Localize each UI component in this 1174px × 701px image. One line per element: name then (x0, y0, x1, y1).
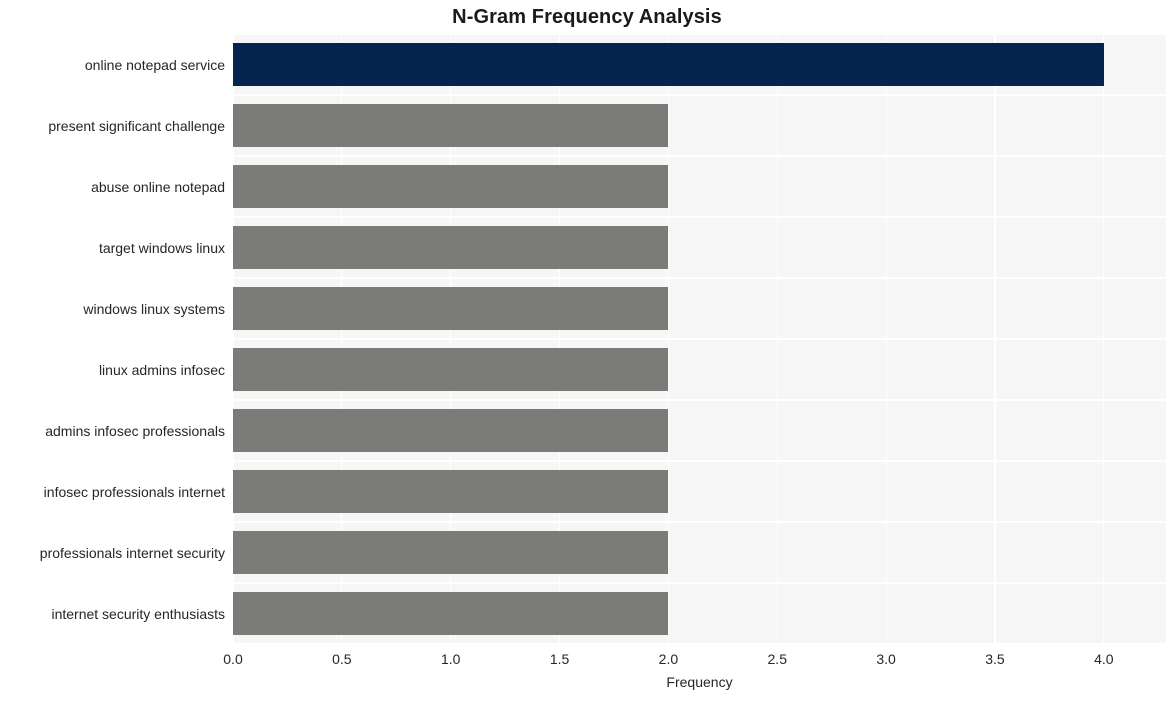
x-tick-label: 1.5 (549, 651, 570, 667)
gridline-horizontal (233, 399, 1166, 401)
chart-title: N-Gram Frequency Analysis (452, 6, 722, 28)
gridline-horizontal (233, 216, 1166, 218)
y-tick-label: infosec professionals internet (43, 483, 225, 500)
x-tick-label: 2.5 (767, 651, 787, 667)
bar[interactable] (233, 104, 669, 147)
y-tick-label: admins infosec professionals (45, 422, 225, 439)
y-tick-label: linux admins infosec (98, 361, 225, 378)
x-axis: 0.0 0.5 1.0 1.5 2.0 2.5 3.0 3.5 4.0 (223, 644, 1166, 674)
x-tick-label: 0.5 (332, 651, 352, 667)
chart-figure: N-Gram Frequency Analysis online notepad… (0, 0, 1174, 701)
y-axis: online notepad service present significan… (0, 34, 225, 644)
y-tick-label: online notepad service (84, 56, 225, 73)
bar[interactable] (233, 531, 669, 574)
gridline-horizontal (233, 155, 1166, 157)
gridline-horizontal (233, 460, 1166, 462)
x-axis-label: Frequency (666, 674, 733, 690)
gridline-horizontal (233, 277, 1166, 279)
bar[interactable] (233, 43, 1104, 86)
x-tick-label: 4.0 (1094, 651, 1114, 667)
bar[interactable] (233, 348, 669, 391)
x-tick-label: 3.0 (876, 651, 896, 667)
y-tick-label: windows linux systems (83, 300, 225, 317)
plot-area (233, 34, 1166, 644)
bar[interactable] (233, 470, 669, 513)
bar[interactable] (233, 165, 669, 208)
x-tick-label: 0.0 (223, 651, 243, 667)
gridline-horizontal (233, 582, 1166, 584)
gridline-horizontal (233, 521, 1166, 523)
y-tick-label: internet security enthusiasts (51, 605, 225, 622)
gridline-horizontal (233, 94, 1166, 96)
y-tick-label: abuse online notepad (91, 178, 225, 195)
bar[interactable] (233, 226, 669, 269)
bar[interactable] (233, 409, 669, 452)
x-tick-label: 3.5 (985, 651, 1005, 667)
x-tick-label: 1.0 (440, 651, 461, 667)
bar[interactable] (233, 592, 669, 635)
y-tick-label: present significant challenge (48, 117, 225, 134)
y-tick-label: professionals internet security (39, 544, 225, 561)
bar[interactable] (233, 287, 669, 330)
x-tick-label: 2.0 (658, 651, 679, 667)
gridline-horizontal (233, 34, 1166, 35)
gridline-horizontal (233, 338, 1166, 340)
y-tick-label: target windows linux (98, 239, 225, 256)
